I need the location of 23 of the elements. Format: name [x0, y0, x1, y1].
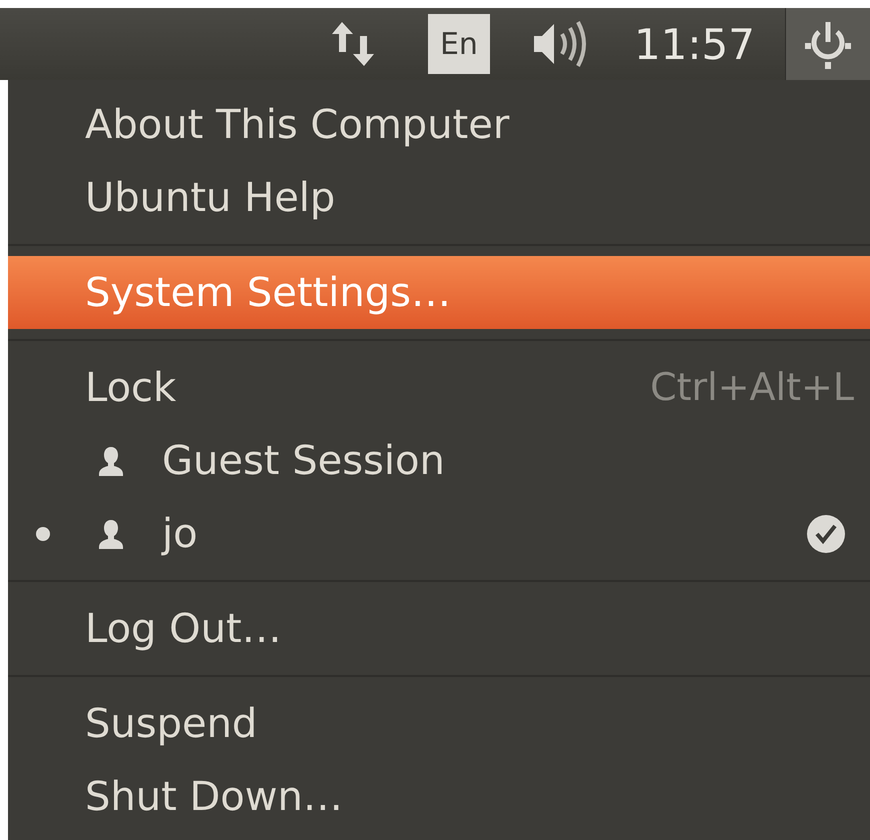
menu-label: Lock: [85, 364, 176, 412]
menu-label: About This Computer: [85, 100, 510, 150]
menu-item[interactable]: Log Out…: [8, 592, 870, 665]
menu-label: System Settings…: [85, 268, 451, 318]
user-name: jo: [162, 510, 198, 558]
menu-label: Suspend: [85, 700, 258, 748]
menu-item[interactable]: Lock Ctrl+Alt+L: [8, 351, 870, 424]
user-name: Guest Session: [162, 436, 445, 486]
keyboard-layout-indicator[interactable]: En: [428, 14, 490, 74]
person-icon: [96, 444, 126, 476]
menu-label: Log Out…: [85, 604, 282, 654]
menu-item[interactable]: Guest Session: [8, 424, 870, 497]
clock-time[interactable]: 11:57: [634, 12, 755, 76]
power-button[interactable]: [785, 8, 870, 80]
menu-item[interactable]: Shut Down…: [8, 760, 870, 833]
menu-item[interactable]: jo: [8, 497, 870, 570]
shortcut-label: Ctrl+Alt+L: [650, 364, 854, 411]
person-icon: [96, 518, 126, 550]
menu-item[interactable]: Ubuntu Help: [8, 161, 870, 234]
menu-item[interactable]: About This Computer: [8, 88, 870, 161]
menu-item[interactable]: Suspend: [8, 687, 870, 760]
menu-label: Shut Down…: [85, 772, 343, 822]
menu-label: Ubuntu Help: [85, 174, 336, 222]
